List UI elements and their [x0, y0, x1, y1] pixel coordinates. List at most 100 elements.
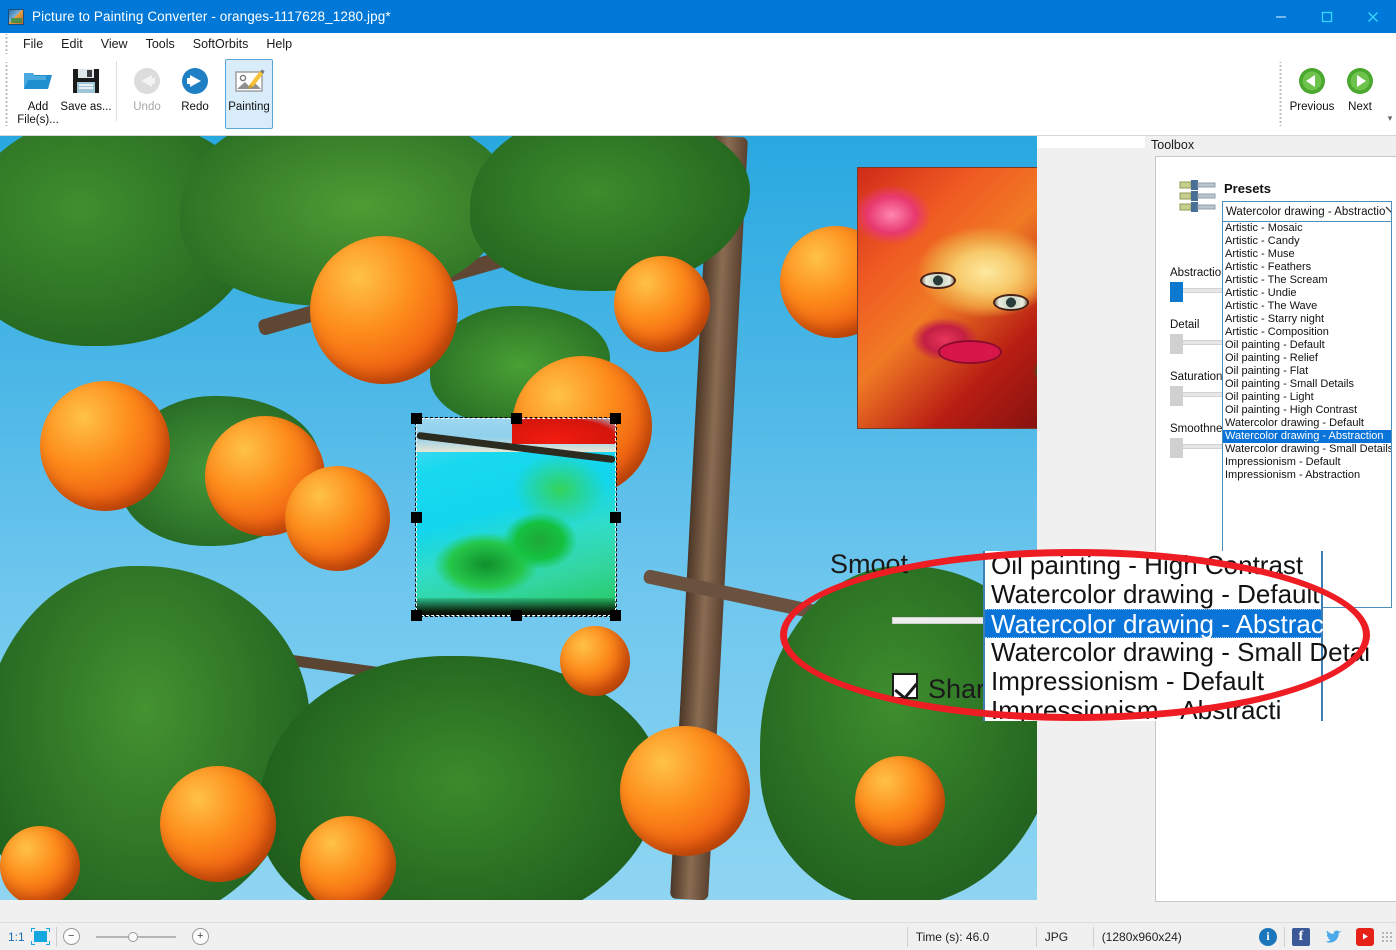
preset-option[interactable]: Artistic - Mosaic: [1223, 222, 1391, 235]
callout-option-selected[interactable]: Watercolor drawing - Abstraction: [985, 609, 1366, 639]
next-button[interactable]: Next: [1336, 59, 1384, 129]
callout-option[interactable]: Watercolor drawing - Small Details: [985, 638, 1370, 667]
painting-button[interactable]: Painting: [225, 59, 273, 129]
menu-tools[interactable]: Tools: [137, 34, 184, 55]
callout-dropdown-list[interactable]: Oil painting - High Contrast Watercolor …: [983, 551, 1370, 722]
youtube-icon[interactable]: [1356, 927, 1374, 946]
menu-drag-grip[interactable]: [2, 34, 11, 54]
status-divider: [1284, 926, 1285, 947]
menu-help[interactable]: Help: [257, 34, 301, 55]
slider-smoothness-thumb[interactable]: [1170, 438, 1183, 458]
resize-handle-ne[interactable]: [610, 413, 621, 424]
fit-to-window-button[interactable]: [30, 928, 50, 945]
preset-option[interactable]: Artistic - Muse: [1223, 248, 1391, 261]
slider-abstraction-thumb[interactable]: [1170, 282, 1183, 302]
image-dimensions: (1280x960x24): [1101, 929, 1182, 944]
callout-smoothness-label: Smoot: [830, 549, 909, 579]
zoom-in-button[interactable]: +: [191, 928, 209, 945]
image-canvas[interactable]: [0, 136, 1037, 900]
preset-option[interactable]: Watercolor drawing - Default: [1223, 417, 1391, 430]
preset-option[interactable]: Impressionism - Abstraction: [1223, 469, 1391, 482]
orange-fruit: [855, 756, 945, 846]
zoom-slider[interactable]: [86, 928, 186, 946]
resize-handle-w[interactable]: [411, 512, 422, 523]
preset-option[interactable]: Artistic - The Scream: [1223, 274, 1391, 287]
resize-handle-sw[interactable]: [411, 610, 422, 621]
menu-softorbits[interactable]: SoftOrbits: [184, 34, 258, 55]
previous-label: Previous: [1289, 101, 1335, 113]
twitter-icon[interactable]: [1324, 928, 1342, 946]
preview-selection-box[interactable]: [411, 413, 621, 621]
zoom-slider-knob[interactable]: [127, 931, 138, 942]
slider-saturation-thumb[interactable]: [1170, 386, 1183, 406]
preset-option[interactable]: Oil painting - High Contrast: [1223, 404, 1391, 417]
presets-label: Presets: [1224, 181, 1271, 196]
zoom-in-label: +: [196, 930, 204, 942]
resize-handle-nw[interactable]: [411, 413, 422, 424]
preset-option[interactable]: Watercolor drawing - Small Details: [1223, 443, 1391, 456]
preset-option[interactable]: Artistic - Feathers: [1223, 261, 1391, 274]
undo-button[interactable]: Undo: [123, 59, 171, 129]
resize-handle-e[interactable]: [610, 512, 621, 523]
preset-option[interactable]: Impressionism - Default: [1223, 456, 1391, 469]
preset-option[interactable]: Artistic - Composition: [1223, 326, 1391, 339]
preset-option[interactable]: Artistic - The Wave: [1223, 300, 1391, 313]
previous-button[interactable]: Previous: [1288, 59, 1336, 129]
sample-lips: [938, 340, 1002, 364]
preset-option[interactable]: Artistic - Candy: [1223, 235, 1391, 248]
preset-combobox-value: Watercolor drawing - Abstractio: [1226, 205, 1386, 218]
status-bar: 1:1 − + Time (s): 46.0 JPG (1280x960x24)…: [0, 922, 1396, 950]
processing-time: Time (s): 46.0: [915, 929, 990, 944]
resize-grip[interactable]: [1381, 930, 1393, 943]
menu-file[interactable]: File: [14, 34, 52, 55]
resize-handle-se[interactable]: [610, 610, 621, 621]
preset-option[interactable]: Oil painting - Default: [1223, 339, 1391, 352]
redo-button[interactable]: Redo: [171, 59, 219, 129]
toolbar-separator-1: [116, 61, 117, 121]
preset-option[interactable]: Artistic - Undie: [1223, 287, 1391, 300]
zoom-out-button[interactable]: −: [62, 928, 80, 945]
callout-option[interactable]: Impressionism - Default: [985, 667, 1321, 696]
preset-option[interactable]: Oil painting - Small Details: [1223, 378, 1391, 391]
canvas-gutter: [1037, 136, 1145, 900]
toolbar-group-history: Undo Redo: [123, 56, 219, 132]
painted-sample-preview: [857, 167, 1037, 429]
toolbar-drag-grip[interactable]: [2, 62, 11, 126]
toolbar-overflow-button[interactable]: ▾: [1384, 56, 1396, 132]
preset-option[interactable]: Artistic - Starry night: [1223, 313, 1391, 326]
add-files-button[interactable]: Add File(s)...: [14, 59, 62, 129]
callout-option[interactable]: Impressionism - Abstracti: [985, 696, 1321, 722]
callout-option[interactable]: Watercolor drawing - Default: [985, 580, 1321, 609]
sample-eye: [993, 294, 1029, 311]
menu-view[interactable]: View: [92, 34, 137, 55]
close-button[interactable]: [1350, 0, 1396, 33]
zoom-out-label: −: [67, 930, 75, 942]
toolbar-group-effects: Painting: [225, 56, 273, 132]
slider-detail-thumb[interactable]: [1170, 334, 1183, 354]
orange-fruit: [620, 726, 750, 856]
callout-sharpen-checkbox[interactable]: [892, 673, 918, 699]
preset-option[interactable]: Oil painting - Flat: [1223, 365, 1391, 378]
menu-help-label: Help: [266, 37, 293, 51]
toolbar-right-grip[interactable]: [1276, 62, 1285, 126]
maximize-button[interactable]: [1304, 0, 1350, 33]
workspace: Toolbox Presets Watercolor drawing - Abs…: [0, 136, 1396, 922]
menu-tools-label: Tools: [145, 37, 175, 51]
minimize-button[interactable]: [1258, 0, 1304, 33]
resize-handle-s[interactable]: [511, 610, 522, 621]
info-icon[interactable]: i: [1259, 927, 1277, 946]
open-folder-icon: [21, 64, 55, 98]
menu-view-label: View: [100, 37, 128, 51]
orange-fruit: [0, 826, 80, 900]
resize-handle-n[interactable]: [511, 413, 522, 424]
callout-sharpen-label: Shar: [928, 674, 986, 704]
save-as-button[interactable]: Save as...: [60, 59, 112, 129]
menu-edit[interactable]: Edit: [52, 34, 92, 55]
preset-combobox[interactable]: Watercolor drawing - Abstractio: [1222, 201, 1392, 222]
preset-option[interactable]: Oil painting - Light: [1223, 391, 1391, 404]
app-icon: [8, 8, 24, 25]
preset-option[interactable]: Oil painting - Relief: [1223, 352, 1391, 365]
facebook-icon[interactable]: f: [1292, 927, 1310, 946]
callout-option[interactable]: Oil painting - High Contrast: [985, 551, 1321, 580]
preset-option-selected[interactable]: Watercolor drawing - Abstraction: [1223, 430, 1391, 443]
